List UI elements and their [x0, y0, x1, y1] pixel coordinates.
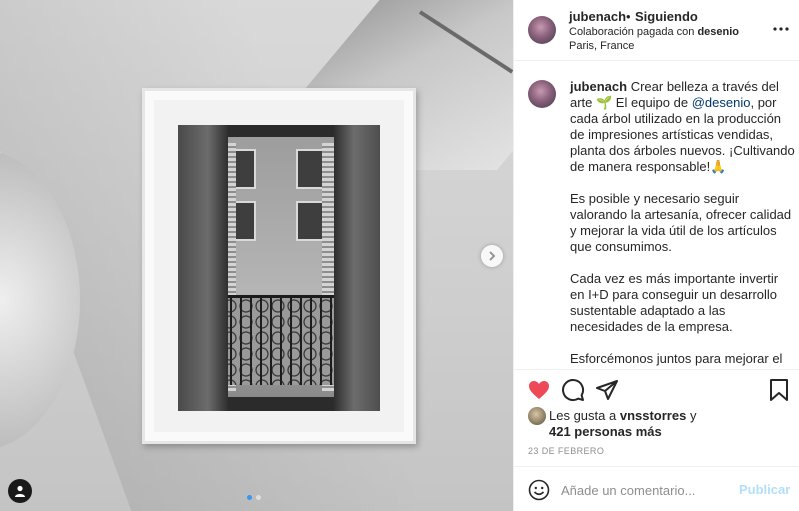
location-link[interactable]: Paris, France — [569, 40, 634, 52]
caption-paragraph: Cada vez es más importante invertir en I… — [570, 271, 779, 334]
carousel-dot-active — [247, 495, 252, 500]
caption-paragraph: Esforcémonos juntos para mejorar el proc… — [570, 351, 783, 369]
mention-link[interactable]: @desenio — [692, 95, 751, 110]
collab-partner-link[interactable]: desenio — [697, 26, 739, 38]
likes-prefix: Les gusta a — [549, 408, 617, 423]
header-username[interactable]: jubenach — [569, 9, 626, 24]
likes-line: Les gusta a vnsstorres y — [549, 408, 696, 424]
paid-partnership: Colaboración pagada con desenio — [569, 26, 739, 38]
post-date[interactable]: 23 DE FEBRERO — [528, 446, 604, 456]
artwork-door — [334, 125, 380, 411]
next-arrow-icon[interactable] — [481, 245, 503, 267]
post-side-panel: jubenach • Siguiendo Colaboración pagada… — [513, 0, 799, 511]
liker-username[interactable]: vnsstorres — [620, 408, 686, 423]
share-icon[interactable] — [595, 378, 619, 402]
following-button[interactable]: Siguiendo — [635, 9, 698, 24]
caption-username[interactable]: jubenach — [570, 79, 627, 94]
user-tag-icon[interactable] — [8, 479, 32, 503]
caption-paragraph: Es posible y necesario seguir valorando … — [570, 191, 792, 254]
avatar[interactable] — [528, 80, 556, 108]
heart-icon[interactable] — [527, 378, 551, 402]
more-icon[interactable] — [772, 20, 790, 38]
artwork-window — [296, 201, 324, 241]
post-comment-button[interactable]: Publicar — [739, 482, 790, 497]
carousel-dot — [256, 495, 261, 500]
post-header: jubenach • Siguiendo Colaboración pagada… — [514, 0, 799, 61]
avatar[interactable] — [528, 16, 556, 44]
emoji-icon[interactable] — [528, 479, 550, 501]
collab-prefix: Colaboración pagada con — [569, 26, 695, 38]
artwork-door — [178, 125, 228, 411]
likes-conj: y — [689, 408, 697, 423]
post-image[interactable] — [0, 0, 513, 511]
likes-others-link[interactable]: 421 personas más — [549, 424, 662, 440]
comment-input[interactable] — [561, 481, 731, 499]
artwork-balcony — [222, 295, 334, 385]
comment-icon[interactable] — [561, 378, 585, 402]
liker-avatar[interactable] — [528, 407, 546, 425]
picture-frame — [142, 88, 416, 444]
header-bullet: • — [626, 9, 631, 24]
comment-bar: Publicar — [514, 466, 799, 511]
bookmark-icon[interactable] — [767, 378, 791, 402]
caption-text: jubenach Crear belleza a través del arte… — [570, 79, 796, 369]
artwork-window — [296, 149, 324, 189]
caption-section: jubenach Crear belleza a través del arte… — [514, 62, 799, 370]
carousel-dots — [247, 495, 261, 500]
action-bar — [514, 372, 799, 408]
artwork-print — [178, 125, 380, 411]
